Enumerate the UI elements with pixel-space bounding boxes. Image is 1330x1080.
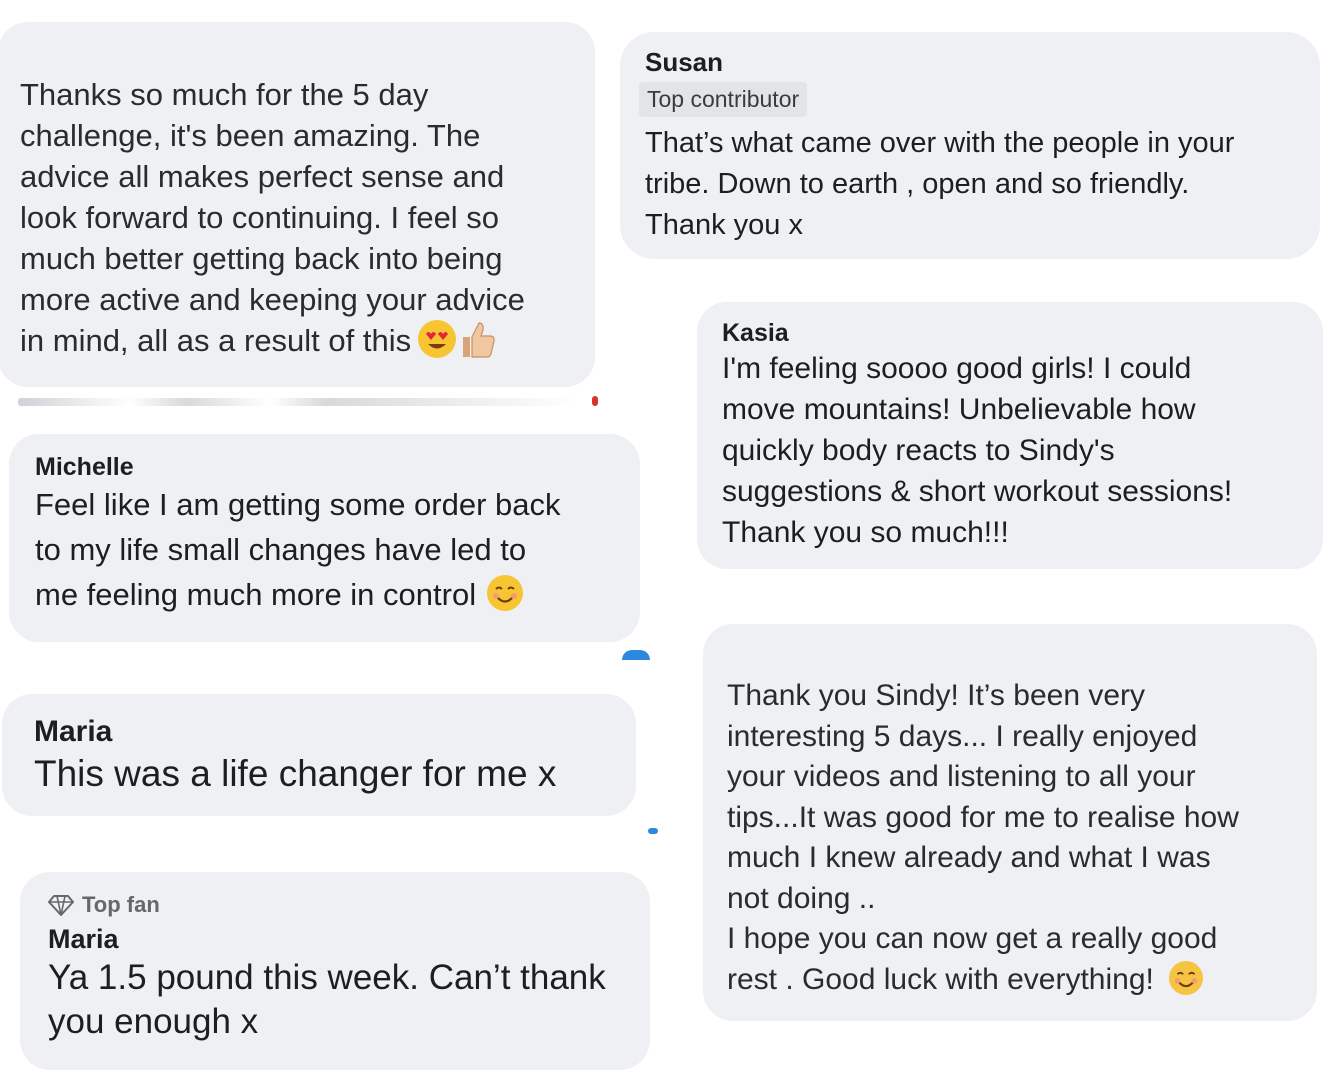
comment-author: Michelle: [35, 453, 134, 481]
comment-text: I'm feeling soooo good girls! I could mo…: [722, 352, 1233, 549]
comment-bubble-6: Maria This was a life changer for me x: [2, 694, 636, 816]
top-fan-badge: Top fan: [48, 892, 630, 918]
comment-bubble-2: Susan Top contributor That’s what came o…: [620, 32, 1320, 259]
comment-author: Susan: [645, 47, 724, 77]
cropped-name-fragment: [18, 398, 578, 406]
comment-bubble-1: Thanks so much for the 5 day challenge, …: [0, 22, 595, 387]
comment-text: Ya 1.5 pound this week. Can’t thank you …: [48, 958, 606, 1041]
badge-label: Top fan: [82, 892, 160, 917]
comment-bubble-3: Kasia I'm feeling soooo good girls! I co…: [697, 302, 1323, 569]
heart-eyes-face-icon: [418, 319, 457, 358]
smiling-face-icon: [487, 574, 524, 611]
comment-text: Feel like I am getting some order back t…: [35, 487, 561, 612]
comment-bubble-4: Michelle Feel like I am getting some ord…: [9, 434, 640, 642]
comment-author: Kasia: [722, 319, 789, 347]
comment-text: This was a life changer for me x: [34, 753, 557, 794]
comment-bubble-5: Thank you Sindy! It’s been very interest…: [703, 624, 1317, 1021]
comment-author: Maria: [48, 924, 119, 954]
cropped-edge-red: [592, 396, 598, 406]
smiling-face-icon: [1168, 960, 1203, 995]
thumbs-up-icon: [463, 322, 495, 358]
comment-text: That’s what came over with the people in…: [645, 127, 1235, 241]
comment-author: Maria: [34, 715, 113, 748]
comment-text: Thanks so much for the 5 day challenge, …: [20, 77, 525, 358]
comment-bubble-7: Top fan Maria Ya 1.5 pound this week. Ca…: [20, 872, 650, 1070]
cropped-edge-blue: [622, 650, 650, 660]
diamond-icon: [48, 895, 74, 916]
comment-text: Thank you Sindy! It’s been very interest…: [727, 679, 1239, 996]
top-contributor-badge: Top contributor: [639, 82, 808, 117]
cropped-edge-blue: [648, 828, 658, 834]
